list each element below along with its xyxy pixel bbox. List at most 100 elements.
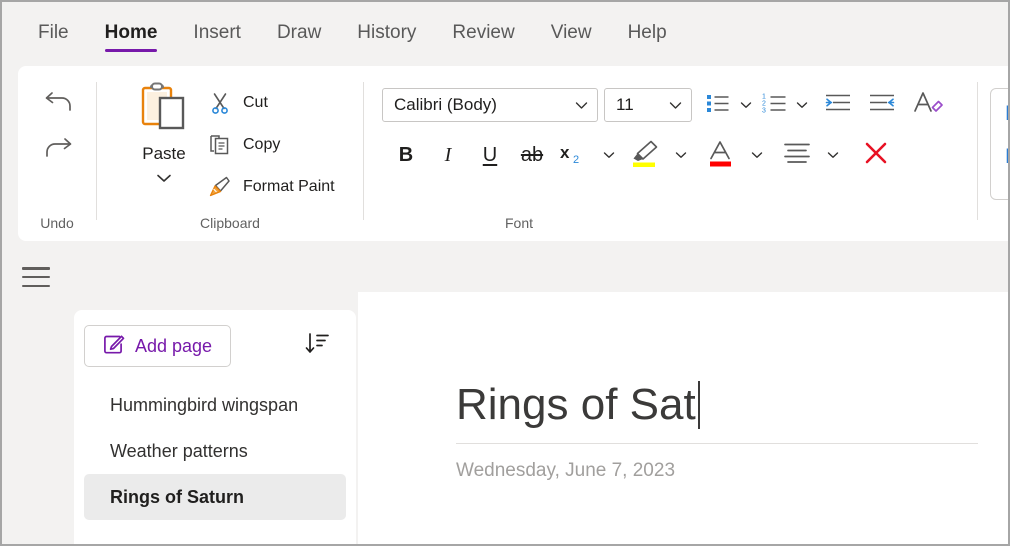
numbered-list-icon: 1 2 3 [761, 92, 788, 119]
italic-button[interactable]: I [430, 138, 466, 172]
tab-label: Insert [193, 22, 241, 43]
tab-history[interactable]: History [339, 16, 434, 52]
chevron-down-icon[interactable] [156, 170, 172, 188]
subscript-button[interactable]: x 2 [556, 138, 592, 172]
clear-all-formatting-button[interactable] [856, 138, 896, 172]
tab-home[interactable]: Home [87, 16, 176, 52]
decrease-indent-icon [823, 92, 853, 119]
red-x-icon [862, 139, 890, 172]
redo-arrow-icon [43, 133, 77, 168]
font-size-value: 11 [616, 95, 634, 114]
clear-formatting-button[interactable] [908, 89, 948, 121]
font-size-combo[interactable]: 11 [604, 88, 692, 122]
svg-text:3: 3 [762, 107, 766, 114]
page-canvas[interactable]: Rings of Sat Wednesday, June 7, 2023 [358, 292, 1008, 544]
copy-label: Copy [243, 136, 281, 153]
page-item-label: Weather patterns [110, 440, 248, 461]
add-page-label: Add page [135, 335, 213, 356]
bold-icon: B [398, 143, 414, 166]
font-color-chevron[interactable] [746, 138, 768, 172]
page-item-label: Hummingbird wingspan [110, 394, 299, 415]
strikethrough-icon: ab [520, 143, 544, 166]
decrease-indent-button[interactable] [820, 89, 856, 121]
add-page-button[interactable]: Add page [84, 325, 232, 367]
underline-button[interactable]: U [472, 138, 508, 172]
style-item-heading1[interactable]: H [1005, 103, 1008, 124]
bulleted-list-button[interactable] [702, 89, 734, 121]
style-item-heading2[interactable]: H [1005, 146, 1008, 167]
undo-button[interactable] [38, 82, 82, 126]
group-label-font: Font [504, 215, 533, 231]
paste-label: Paste [142, 144, 186, 163]
highlight-button[interactable] [626, 138, 664, 172]
edit-square-icon [103, 333, 125, 360]
tab-help[interactable]: Help [610, 16, 685, 52]
font-color-button[interactable] [702, 138, 740, 172]
copy-documents-icon [207, 132, 233, 158]
tab-file[interactable]: File [20, 16, 87, 52]
bulleted-list-chevron[interactable] [736, 89, 756, 121]
tab-label: File [38, 22, 69, 43]
page-title-input[interactable]: Rings of Sat [456, 380, 978, 429]
page-title-text: Rings of Sat [456, 380, 696, 429]
tab-label: Help [627, 22, 667, 43]
underline-icon: U [482, 143, 498, 166]
chevron-down-icon[interactable] [566, 101, 597, 110]
tab-label: Draw [276, 22, 322, 43]
chevron-down-icon[interactable] [660, 101, 691, 110]
clear-formatting-icon [912, 89, 944, 122]
group-label-undo: Undo [40, 215, 74, 231]
format-painter-button[interactable]: Format Paint [207, 168, 355, 206]
tab-view[interactable]: View [533, 16, 610, 52]
group-label-clipboard: Clipboard [200, 215, 260, 231]
font-color-icon [706, 138, 736, 173]
styles-gallery[interactable]: H H [990, 88, 1008, 200]
subscript-icon: x 2 [559, 140, 589, 171]
highlighter-icon [629, 138, 661, 173]
ribbon-group-font: Calibri (Body) 11 1 2 3 B I U ab x 2 Fon… [364, 66, 979, 241]
tab-label: Home [104, 22, 158, 43]
increase-indent-icon [867, 92, 897, 119]
page-item-weather-patterns[interactable]: Weather patterns [84, 428, 346, 474]
page-date: Wednesday, June 7, 2023 [456, 460, 676, 482]
numbered-list-chevron[interactable] [792, 89, 812, 121]
sort-pages-button[interactable] [300, 329, 334, 363]
align-chevron[interactable] [822, 138, 844, 172]
subscript-chevron[interactable] [598, 138, 620, 172]
format-painter-brush-icon [207, 174, 233, 200]
tab-label: History [357, 22, 417, 43]
hamburger-menu-icon[interactable] [22, 264, 50, 290]
group-separator [977, 82, 978, 220]
bulleted-list-icon [705, 92, 731, 119]
bold-button[interactable]: B [388, 138, 424, 172]
svg-text:1: 1 [762, 93, 766, 100]
scissors-icon [207, 90, 233, 116]
tab-label: Review [452, 22, 515, 43]
text-cursor [697, 380, 700, 429]
cut-label: Cut [243, 94, 268, 111]
ribbon: Undo Paste Cut Copy Format Paint Clipboa… [18, 66, 1008, 241]
strikethrough-button[interactable]: ab [514, 138, 550, 172]
redo-button[interactable] [38, 128, 82, 172]
italic-icon: I [444, 143, 452, 166]
align-icon [782, 141, 812, 170]
font-name-value: Calibri (Body) [394, 95, 497, 114]
ribbon-group-styles: H H [980, 66, 1008, 241]
highlight-chevron[interactable] [670, 138, 692, 172]
align-button[interactable] [778, 138, 816, 172]
increase-indent-button[interactable] [864, 89, 900, 121]
tab-draw[interactable]: Draw [259, 16, 339, 52]
page-item-hummingbird-wingspan[interactable]: Hummingbird wingspan [84, 382, 346, 428]
tab-review[interactable]: Review [434, 16, 532, 52]
tab-insert[interactable]: Insert [175, 16, 259, 52]
svg-text:x: x [560, 143, 570, 162]
onenote-window: File Home Insert Draw History Review Vie… [0, 0, 1010, 546]
page-item-rings-of-saturn[interactable]: Rings of Saturn [84, 474, 346, 520]
font-name-combo[interactable]: Calibri (Body) [382, 88, 598, 122]
cut-button[interactable]: Cut [207, 84, 355, 122]
paste-button[interactable]: Paste [127, 78, 201, 214]
page-list: Hummingbird wingspan Weather patterns Ri… [74, 382, 356, 520]
copy-button[interactable]: Copy [207, 126, 355, 164]
numbered-list-button[interactable]: 1 2 3 [758, 89, 790, 121]
title-divider [456, 443, 978, 445]
